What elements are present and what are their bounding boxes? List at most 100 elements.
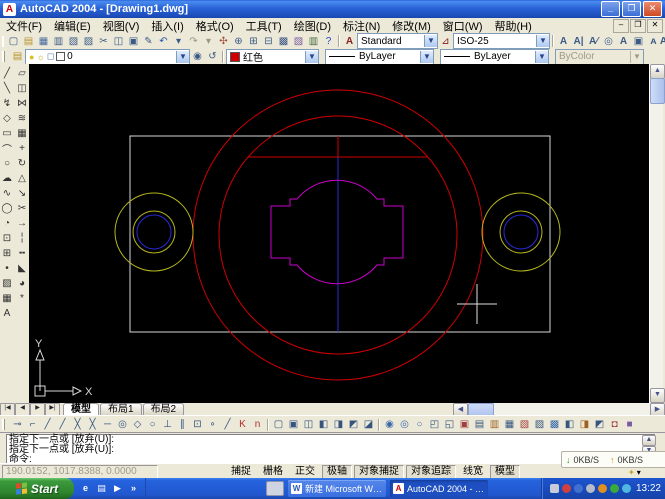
- match-properties[interactable]: ✎: [141, 34, 156, 48]
- snap-from[interactable]: ⌐: [25, 418, 40, 432]
- move[interactable]: +: [16, 141, 29, 156]
- tray-icon-blue[interactable]: [574, 484, 583, 493]
- make-object-layer-current-icon[interactable]: ◉: [190, 50, 205, 64]
- minimize-button[interactable]: _: [601, 1, 620, 17]
- tab-layout2[interactable]: 布局2: [143, 403, 185, 415]
- chevron-down-icon[interactable]: ▼: [535, 51, 548, 63]
- snap-extension[interactable]: ─: [100, 418, 115, 432]
- menu-draw[interactable]: 绘图(D): [288, 17, 337, 35]
- snap-center[interactable]: ◎: [115, 418, 130, 432]
- insert-block[interactable]: ⊡: [1, 231, 14, 246]
- quick-media[interactable]: ▶: [111, 482, 124, 495]
- layer-previous-icon[interactable]: ↺: [205, 50, 220, 64]
- copy-object[interactable]: ◫: [16, 81, 29, 96]
- undo-drop[interactable]: ▾: [171, 34, 186, 48]
- toggle-model[interactable]: 模型: [490, 465, 520, 479]
- tool-palettes[interactable]: ▧: [291, 34, 306, 48]
- autocad-app-icon[interactable]: A: [3, 3, 16, 16]
- help[interactable]: ?: [321, 34, 336, 48]
- spline[interactable]: ∿: [1, 186, 14, 201]
- start-button[interactable]: Start: [0, 478, 74, 499]
- chamfer[interactable]: ◣: [16, 261, 29, 276]
- close-button[interactable]: ✕: [643, 1, 662, 17]
- linetype-combo[interactable]: ByLayer ▼: [325, 49, 434, 65]
- mdi-restore-button[interactable]: ❐: [630, 19, 646, 33]
- snap-nearest[interactable]: ╱: [220, 418, 235, 432]
- snap-node[interactable]: ∘: [205, 418, 220, 432]
- menu-edit[interactable]: 编辑(E): [48, 17, 97, 35]
- layer-on-icon[interactable]: ●: [29, 52, 34, 62]
- justify-text[interactable]: ᴀ: [646, 34, 661, 48]
- cut[interactable]: ✂: [96, 34, 111, 48]
- menu-format[interactable]: 格式(O): [190, 17, 240, 35]
- chevron-down-icon[interactable]: ▼: [536, 35, 549, 47]
- flat-shaded[interactable]: ◧: [316, 418, 331, 432]
- restore-button[interactable]: ❐: [622, 1, 641, 17]
- box-2[interactable]: ◱: [442, 418, 457, 432]
- chevron-down-icon[interactable]: ▼: [176, 51, 189, 63]
- new[interactable]: ▢: [6, 34, 21, 48]
- dim-style-combo[interactable]: ISO-25 ▼: [453, 33, 550, 49]
- toggle-polar[interactable]: 极轴: [322, 465, 352, 479]
- break[interactable]: ╍: [16, 246, 29, 261]
- layer-freeze-icon[interactable]: ☼: [36, 52, 44, 62]
- circle[interactable]: ○: [1, 156, 14, 171]
- save[interactable]: ▦: [36, 34, 51, 48]
- taskbar-button-word[interactable]: W 新建 Microsoft Word ...: [288, 480, 386, 497]
- offset[interactable]: ≋: [16, 111, 29, 126]
- explode[interactable]: *: [16, 291, 29, 306]
- osnap-settings[interactable]: n: [250, 418, 265, 432]
- vertical-scroll-thumb[interactable]: [650, 78, 665, 104]
- flat-edges[interactable]: ◩: [346, 418, 361, 432]
- color-combo[interactable]: 红色 ▼: [226, 49, 319, 65]
- open[interactable]: ▤: [21, 34, 36, 48]
- zoom-realtime[interactable]: ⊕: [231, 34, 246, 48]
- box-8[interactable]: ▨: [532, 418, 547, 432]
- chevron-down-icon[interactable]: ▼: [305, 51, 318, 63]
- zoom-previous[interactable]: ⊟: [261, 34, 276, 48]
- snap-parallel[interactable]: ∥: [175, 418, 190, 432]
- toolbar-grip[interactable]: [2, 36, 4, 47]
- command-history[interactable]: ▲ ▼ 指定下一点或 [放弃(U)]:指定下一点或 [放弃(U)]:: [6, 434, 655, 456]
- snap-apparent-intersect[interactable]: ╳: [85, 418, 100, 432]
- polygon[interactable]: ◇: [1, 111, 14, 126]
- toolbar-grip[interactable]: [2, 419, 8, 430]
- snap-none[interactable]: K: [235, 418, 250, 432]
- array[interactable]: ▦: [16, 126, 29, 141]
- tray-icon-gray[interactable]: [586, 484, 595, 493]
- trim[interactable]: ✂: [16, 201, 29, 216]
- toggle-otrack[interactable]: 对象追踪: [406, 465, 456, 479]
- box-3[interactable]: ▣: [457, 418, 472, 432]
- box-5[interactable]: ▥: [487, 418, 502, 432]
- box-1[interactable]: ◰: [427, 418, 442, 432]
- quick-ie[interactable]: e: [79, 482, 92, 495]
- tab-model[interactable]: 模型: [63, 403, 99, 415]
- arc[interactable]: ⌒: [1, 141, 14, 156]
- box-9[interactable]: ▩: [547, 418, 562, 432]
- tray-device-icon[interactable]: [550, 484, 559, 493]
- convert-distance[interactable]: A↔: [661, 34, 665, 48]
- snap-tangent[interactable]: ○: [145, 418, 160, 432]
- redo[interactable]: ↷: [186, 34, 201, 48]
- tray-icon-red[interactable]: [562, 484, 571, 493]
- polyline[interactable]: ↯: [1, 96, 14, 111]
- hidden[interactable]: ◫: [301, 418, 316, 432]
- menu-help[interactable]: 帮助(H): [489, 17, 538, 35]
- line[interactable]: ╱: [1, 66, 14, 81]
- scroll-up-icon[interactable]: ▲: [650, 64, 665, 79]
- menu-dimension[interactable]: 标注(N): [337, 17, 386, 35]
- publish[interactable]: ▨: [81, 34, 96, 48]
- scale[interactable]: △: [16, 171, 29, 186]
- break-at-point[interactable]: ╎: [16, 231, 29, 246]
- copy[interactable]: ◫: [111, 34, 126, 48]
- snap-perpendicular[interactable]: ⊥: [160, 418, 175, 432]
- erase[interactable]: ▱: [16, 66, 29, 81]
- pan[interactable]: ✣: [216, 34, 231, 48]
- menu-window[interactable]: 窗口(W): [437, 17, 489, 35]
- quick-more[interactable]: »: [127, 482, 140, 495]
- menu-file[interactable]: 文件(F): [0, 17, 48, 35]
- stretch[interactable]: ↘: [16, 186, 29, 201]
- box-11[interactable]: ◨: [577, 418, 592, 432]
- revision-cloud[interactable]: ☁: [1, 171, 14, 186]
- text-style-btn[interactable]: A: [616, 34, 631, 48]
